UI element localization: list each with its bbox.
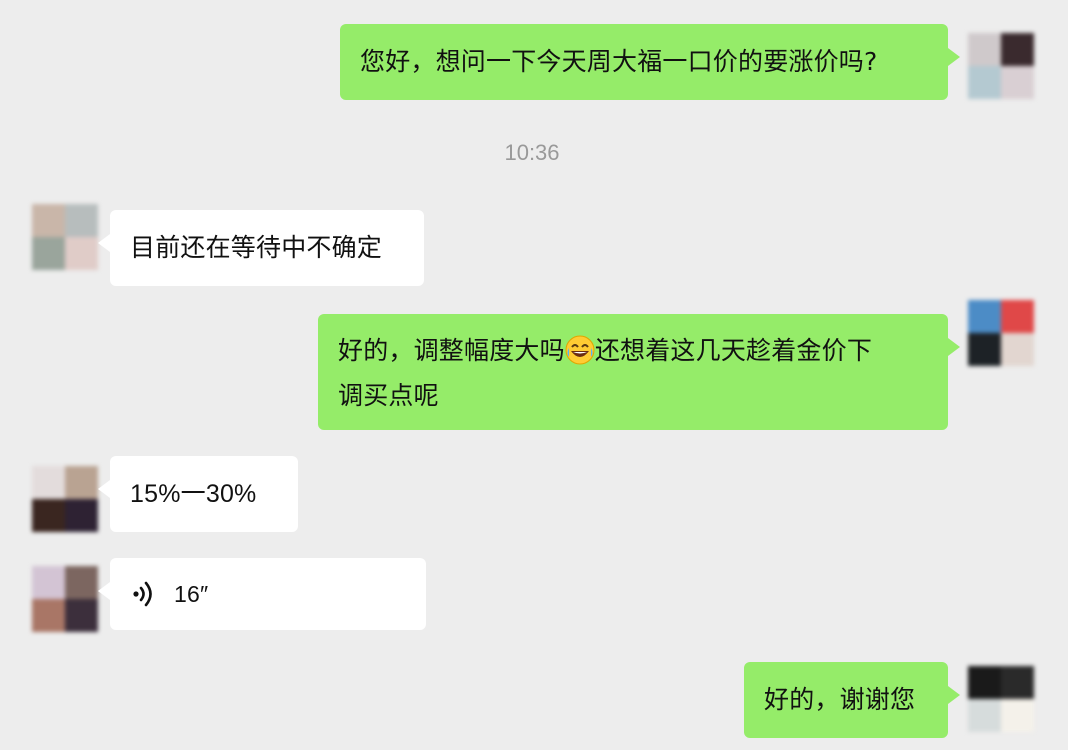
message-text: 还想着这几天趁着金价下 (594, 336, 873, 365)
my-avatar[interactable] (968, 666, 1034, 732)
message-text: 调买点呢 (338, 381, 439, 410)
message-bubble-sent[interactable]: 您好，想问一下今天周大福一口价的要涨价吗? (340, 24, 960, 100)
contact-avatar[interactable] (32, 566, 98, 632)
message-text: 目前还在等待中不确定 (130, 233, 383, 262)
voice-message-bubble[interactable]: 16″ (98, 558, 426, 630)
message-text: 好的，调整幅度大吗 (338, 336, 565, 365)
message-bubble-sent[interactable]: 好的，调整幅度大吗 还想着这几天趁着金价下 调买点呢 (318, 314, 960, 430)
joy-emoji-icon (565, 335, 595, 365)
contact-avatar[interactable] (32, 204, 98, 270)
message-bubble-received[interactable]: 目前还在等待中不确定 (98, 210, 424, 286)
message-text: 您好，想问一下今天周大福一口价的要涨价吗? (360, 47, 878, 76)
timestamp: 10:36 (504, 140, 560, 165)
contact-avatar[interactable] (32, 466, 98, 532)
voice-duration: 16″ (174, 581, 209, 607)
voice-wave-icon (133, 581, 152, 607)
message-text: 15%一30% (130, 480, 257, 508)
message-bubble-sent[interactable]: 好的，谢谢您 (744, 662, 960, 738)
message-bubble-received[interactable]: 15%一30% (98, 456, 298, 532)
message-text: 好的，谢谢您 (764, 685, 916, 714)
my-avatar[interactable] (968, 33, 1034, 99)
my-avatar[interactable] (968, 300, 1034, 366)
